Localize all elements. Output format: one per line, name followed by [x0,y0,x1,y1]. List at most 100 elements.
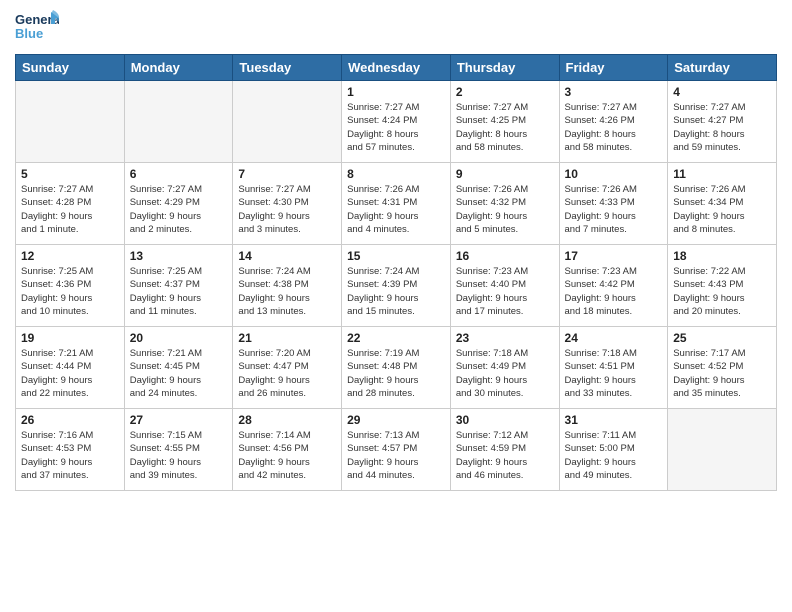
week-row-1: 1 Sunrise: 7:27 AM Sunset: 4:24 PM Daylig… [16,81,777,163]
calendar-cell-w3-d3: 14 Sunrise: 7:24 AM Sunset: 4:38 PM Dayli… [233,245,342,327]
week-row-4: 19Sunrise: 7:21 AM Sunset: 4:44 PM Dayli… [16,327,777,409]
day-number: 20 [130,331,228,345]
calendar-cell-w4-d2: 20 Sunrise: 7:21 AM Sunset: 4:45 PM Dayli… [124,327,233,409]
calendar-cell-w1-d1 [16,81,125,163]
day-number: 31 [565,413,663,427]
day-number: 30 [456,413,554,427]
day-info: Sunrise: 7:21 AM Sunset: 4:44 PM Dayligh… [21,347,119,400]
day-info: Sunrise: 7:27 AM Sunset: 4:30 PM Dayligh… [238,183,336,236]
calendar-cell-w1-d6: 3 Sunrise: 7:27 AM Sunset: 4:26 PM Daylig… [559,81,668,163]
calendar-cell-w3-d7: 18Sunrise: 7:22 AM Sunset: 4:43 PM Dayli… [668,245,777,327]
calendar-cell-w5-d1: 26 Sunrise: 7:16 AM Sunset: 4:53 PM Dayli… [16,409,125,491]
day-number: 3 [565,85,663,99]
day-info: Sunrise: 7:26 AM Sunset: 4:31 PM Dayligh… [347,183,445,236]
week-row-5: 26 Sunrise: 7:16 AM Sunset: 4:53 PM Dayli… [16,409,777,491]
day-number: 6 [130,167,228,181]
day-number: 27 [130,413,228,427]
calendar-cell-w5-d6: 31Sunrise: 7:11 AM Sunset: 5:00 PM Dayli… [559,409,668,491]
svg-text:Blue: Blue [15,26,43,41]
day-info: Sunrise: 7:26 AM Sunset: 4:32 PM Dayligh… [456,183,554,236]
header-wednesday: Wednesday [342,55,451,81]
day-info: Sunrise: 7:16 AM Sunset: 4:53 PM Dayligh… [21,429,119,482]
day-number: 4 [673,85,771,99]
day-number: 22 [347,331,445,345]
day-info: Sunrise: 7:25 AM Sunset: 4:36 PM Dayligh… [21,265,119,318]
day-info: Sunrise: 7:17 AM Sunset: 4:52 PM Dayligh… [673,347,771,400]
calendar-cell-w3-d2: 13Sunrise: 7:25 AM Sunset: 4:37 PM Dayli… [124,245,233,327]
day-info: Sunrise: 7:27 AM Sunset: 4:27 PM Dayligh… [673,101,771,154]
day-number: 21 [238,331,336,345]
main-container: General Blue Sunday Monday Tuesday Wedne… [0,0,792,496]
day-info: Sunrise: 7:21 AM Sunset: 4:45 PM Dayligh… [130,347,228,400]
weekday-header-row: Sunday Monday Tuesday Wednesday Thursday… [16,55,777,81]
calendar-cell-w4-d5: 23 Sunrise: 7:18 AM Sunset: 4:49 PM Dayli… [450,327,559,409]
day-number: 8 [347,167,445,181]
header-monday: Monday [124,55,233,81]
header-thursday: Thursday [450,55,559,81]
day-info: Sunrise: 7:24 AM Sunset: 4:38 PM Dayligh… [238,265,336,318]
day-number: 2 [456,85,554,99]
calendar-cell-w3-d5: 16Sunrise: 7:23 AM Sunset: 4:40 PM Dayli… [450,245,559,327]
day-number: 29 [347,413,445,427]
day-info: Sunrise: 7:27 AM Sunset: 4:25 PM Dayligh… [456,101,554,154]
day-number: 7 [238,167,336,181]
day-number: 5 [21,167,119,181]
header-tuesday: Tuesday [233,55,342,81]
day-number: 25 [673,331,771,345]
header-saturday: Saturday [668,55,777,81]
day-number: 10 [565,167,663,181]
day-number: 26 [21,413,119,427]
calendar-cell-w2-d3: 7 Sunrise: 7:27 AM Sunset: 4:30 PM Daylig… [233,163,342,245]
day-number: 28 [238,413,336,427]
day-info: Sunrise: 7:27 AM Sunset: 4:29 PM Dayligh… [130,183,228,236]
day-info: Sunrise: 7:14 AM Sunset: 4:56 PM Dayligh… [238,429,336,482]
calendar-table: Sunday Monday Tuesday Wednesday Thursday… [15,54,777,491]
header: General Blue [15,10,777,46]
calendar-cell-w1-d2 [124,81,233,163]
day-number: 11 [673,167,771,181]
day-number: 9 [456,167,554,181]
day-info: Sunrise: 7:27 AM Sunset: 4:26 PM Dayligh… [565,101,663,154]
calendar-cell-w4-d1: 19Sunrise: 7:21 AM Sunset: 4:44 PM Dayli… [16,327,125,409]
calendar-cell-w4-d7: 25 Sunrise: 7:17 AM Sunset: 4:52 PM Dayli… [668,327,777,409]
day-info: Sunrise: 7:12 AM Sunset: 4:59 PM Dayligh… [456,429,554,482]
day-info: Sunrise: 7:19 AM Sunset: 4:48 PM Dayligh… [347,347,445,400]
calendar-cell-w3-d1: 12 Sunrise: 7:25 AM Sunset: 4:36 PM Dayli… [16,245,125,327]
calendar-cell-w5-d5: 30 Sunrise: 7:12 AM Sunset: 4:59 PM Dayli… [450,409,559,491]
calendar-cell-w5-d2: 27Sunrise: 7:15 AM Sunset: 4:55 PM Dayli… [124,409,233,491]
day-info: Sunrise: 7:13 AM Sunset: 4:57 PM Dayligh… [347,429,445,482]
header-sunday: Sunday [16,55,125,81]
day-number: 14 [238,249,336,263]
calendar-cell-w5-d3: 28 Sunrise: 7:14 AM Sunset: 4:56 PM Dayli… [233,409,342,491]
logo-svg: General Blue [15,10,59,46]
day-info: Sunrise: 7:27 AM Sunset: 4:24 PM Dayligh… [347,101,445,154]
calendar-cell-w5-d7 [668,409,777,491]
calendar-cell-w4-d4: 22 Sunrise: 7:19 AM Sunset: 4:48 PM Dayli… [342,327,451,409]
day-number: 15 [347,249,445,263]
day-info: Sunrise: 7:18 AM Sunset: 4:51 PM Dayligh… [565,347,663,400]
calendar-cell-w2-d4: 8 Sunrise: 7:26 AM Sunset: 4:31 PM Daylig… [342,163,451,245]
day-number: 12 [21,249,119,263]
calendar-cell-w1-d7: 4 Sunrise: 7:27 AM Sunset: 4:27 PM Daylig… [668,81,777,163]
day-info: Sunrise: 7:18 AM Sunset: 4:49 PM Dayligh… [456,347,554,400]
day-info: Sunrise: 7:20 AM Sunset: 4:47 PM Dayligh… [238,347,336,400]
week-row-2: 5 Sunrise: 7:27 AM Sunset: 4:28 PM Daylig… [16,163,777,245]
day-info: Sunrise: 7:25 AM Sunset: 4:37 PM Dayligh… [130,265,228,318]
day-info: Sunrise: 7:22 AM Sunset: 4:43 PM Dayligh… [673,265,771,318]
calendar-cell-w1-d3 [233,81,342,163]
day-number: 17 [565,249,663,263]
day-number: 24 [565,331,663,345]
calendar-cell-w2-d1: 5 Sunrise: 7:27 AM Sunset: 4:28 PM Daylig… [16,163,125,245]
calendar-cell-w2-d5: 9 Sunrise: 7:26 AM Sunset: 4:32 PM Daylig… [450,163,559,245]
day-number: 1 [347,85,445,99]
calendar-cell-w3-d6: 17 Sunrise: 7:23 AM Sunset: 4:42 PM Dayli… [559,245,668,327]
day-number: 23 [456,331,554,345]
day-info: Sunrise: 7:27 AM Sunset: 4:28 PM Dayligh… [21,183,119,236]
day-info: Sunrise: 7:23 AM Sunset: 4:40 PM Dayligh… [456,265,554,318]
day-info: Sunrise: 7:23 AM Sunset: 4:42 PM Dayligh… [565,265,663,318]
week-row-3: 12 Sunrise: 7:25 AM Sunset: 4:36 PM Dayli… [16,245,777,327]
calendar-cell-w5-d4: 29 Sunrise: 7:13 AM Sunset: 4:57 PM Dayli… [342,409,451,491]
day-info: Sunrise: 7:24 AM Sunset: 4:39 PM Dayligh… [347,265,445,318]
calendar-cell-w2-d6: 10 Sunrise: 7:26 AM Sunset: 4:33 PM Dayli… [559,163,668,245]
day-info: Sunrise: 7:26 AM Sunset: 4:33 PM Dayligh… [565,183,663,236]
